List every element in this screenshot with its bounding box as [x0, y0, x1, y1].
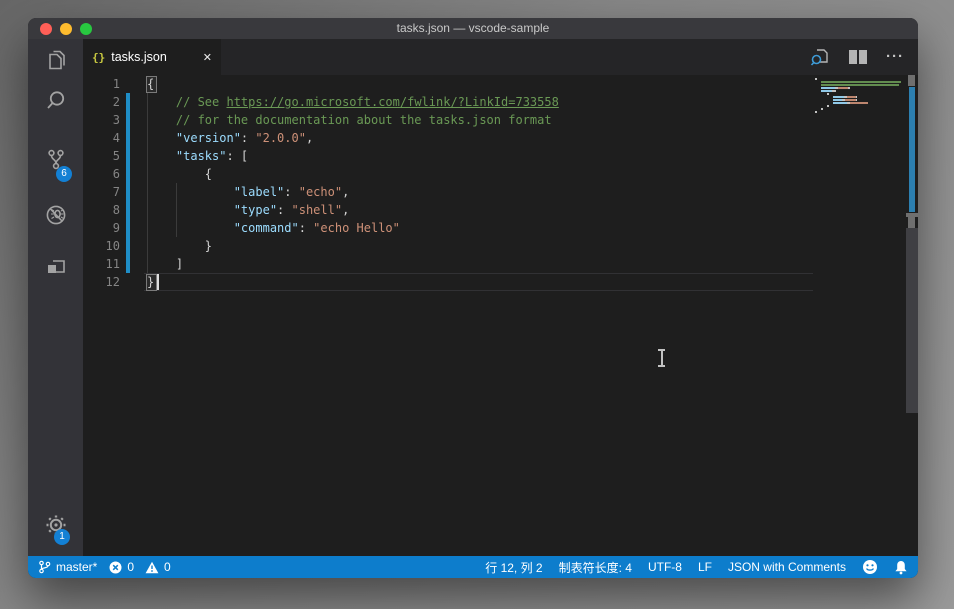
code-line[interactable]: 3 // for the documentation about the tas… [83, 111, 918, 129]
warning-count: 0 [164, 560, 171, 574]
sidebar-item-explorer[interactable] [28, 40, 83, 80]
mouse-cursor-ibeam [657, 349, 666, 367]
code-line[interactable]: 7 "label": "echo", [83, 183, 918, 201]
text-cursor [157, 274, 159, 290]
titlebar[interactable]: tasks.json — vscode-sample [28, 18, 918, 39]
files-icon [43, 47, 69, 73]
code-line[interactable]: 12} [83, 273, 918, 291]
desktop-background: tasks.json — vscode-sample [0, 0, 954, 609]
code-text: { [147, 165, 212, 183]
line-number: 9 [83, 219, 120, 237]
code-text: } [147, 273, 154, 291]
code-line[interactable]: 11 ] [83, 255, 918, 273]
code-text: ] [147, 255, 183, 273]
line-number: 6 [83, 165, 120, 183]
code-line[interactable]: 9 "command": "echo Hello" [83, 219, 918, 237]
code-line[interactable]: 10 } [83, 237, 918, 255]
overview-ruler-modified-mark [909, 87, 915, 212]
error-count: 0 [127, 560, 134, 574]
line-number: 12 [83, 273, 120, 291]
activity-bar: 6 [28, 39, 83, 556]
warning-icon [145, 561, 159, 574]
line-number: 10 [83, 237, 120, 255]
code-text: "tasks": [ [147, 147, 248, 165]
line-number: 8 [83, 201, 120, 219]
code-text: // See https://go.microsoft.com/fwlink/?… [147, 93, 559, 111]
line-number: 5 [83, 147, 120, 165]
line-number: 2 [83, 93, 120, 111]
main-area: {} tasks.json ✕ [83, 39, 918, 556]
sidebar-item-search[interactable] [28, 81, 83, 121]
settings-badge: 1 [54, 529, 70, 545]
problems-status[interactable]: 0 0 [109, 560, 170, 574]
debug-icon [43, 202, 69, 228]
sidebar-item-source-control[interactable]: 6 [28, 140, 83, 180]
indentation-status[interactable]: 制表符长度: 4 [559, 559, 632, 576]
code-text: } [147, 237, 212, 255]
tab-label: tasks.json [111, 50, 167, 64]
code-text: "type": "shell", [147, 201, 349, 219]
line-number: 11 [83, 255, 120, 273]
code-text: // for the documentation about the tasks… [147, 111, 552, 129]
scrollbar[interactable] [906, 75, 918, 556]
eol-status[interactable]: LF [698, 560, 712, 574]
error-icon [109, 561, 122, 574]
tab-tasks-json[interactable]: {} tasks.json ✕ [83, 39, 221, 75]
window-title: tasks.json — vscode-sample [28, 18, 918, 39]
sidebar-item-settings[interactable]: 1 [28, 505, 83, 545]
code-line[interactable]: 5 "tasks": [ [83, 147, 918, 165]
scrollbar-slider[interactable] [908, 75, 915, 86]
language-mode-status[interactable]: JSON with Comments [728, 560, 846, 574]
cursor-position-status[interactable]: 行 12, 列 2 [485, 559, 542, 576]
code-line[interactable]: 1{ [83, 75, 918, 93]
minimap[interactable] [815, 78, 903, 114]
branch-name: master* [56, 560, 97, 574]
editor-actions: ··· [810, 39, 904, 75]
editor[interactable]: 1{2 // See https://go.microsoft.com/fwli… [83, 75, 918, 556]
git-branch-status[interactable]: master* [38, 560, 97, 574]
scm-changes-badge: 6 [56, 166, 72, 182]
more-actions-icon[interactable]: ··· [886, 52, 904, 62]
code-text: "label": "echo", [147, 183, 349, 201]
line-number: 1 [83, 75, 120, 93]
minimize-window-button[interactable] [60, 23, 72, 35]
zoom-window-button[interactable] [80, 23, 92, 35]
extensions-icon [43, 252, 69, 278]
code-text: "version": "2.0.0", [147, 129, 313, 147]
sidebar-item-debug[interactable] [28, 195, 83, 235]
open-preview-icon[interactable] [810, 47, 830, 67]
search-icon [43, 88, 69, 114]
status-bar: master* 0 0 [28, 556, 918, 578]
code-area[interactable]: 1{2 // See https://go.microsoft.com/fwli… [83, 75, 918, 291]
json-file-icon: {} [92, 51, 105, 64]
traffic-lights [40, 23, 92, 35]
line-number: 3 [83, 111, 120, 129]
sidebar-item-extensions[interactable] [28, 245, 83, 285]
close-tab-icon[interactable]: ✕ [203, 51, 212, 64]
line-number: 4 [83, 129, 120, 147]
status-bar-right: 行 12, 列 2 制表符长度: 4 UTF-8 LF JSON with Co… [485, 559, 908, 576]
tab-bar: {} tasks.json ✕ [83, 39, 918, 75]
feedback-smiley-icon[interactable] [862, 559, 878, 575]
notifications-bell-icon[interactable] [894, 560, 908, 575]
code-text: "command": "echo Hello" [147, 219, 400, 237]
close-window-button[interactable] [40, 23, 52, 35]
vscode-window: tasks.json — vscode-sample [28, 18, 918, 578]
code-line[interactable]: 2 // See https://go.microsoft.com/fwlink… [83, 93, 918, 111]
code-line[interactable]: 4 "version": "2.0.0", [83, 129, 918, 147]
git-branch-icon [38, 560, 51, 574]
code-line[interactable]: 8 "type": "shell", [83, 201, 918, 219]
encoding-status[interactable]: UTF-8 [648, 560, 682, 574]
overview-ruler-cursor-mark [908, 217, 915, 228]
code-text: { [147, 75, 154, 93]
scrollbar-track[interactable] [906, 228, 918, 413]
code-line[interactable]: 6 { [83, 165, 918, 183]
line-number: 7 [83, 183, 120, 201]
split-editor-icon[interactable] [848, 49, 868, 65]
